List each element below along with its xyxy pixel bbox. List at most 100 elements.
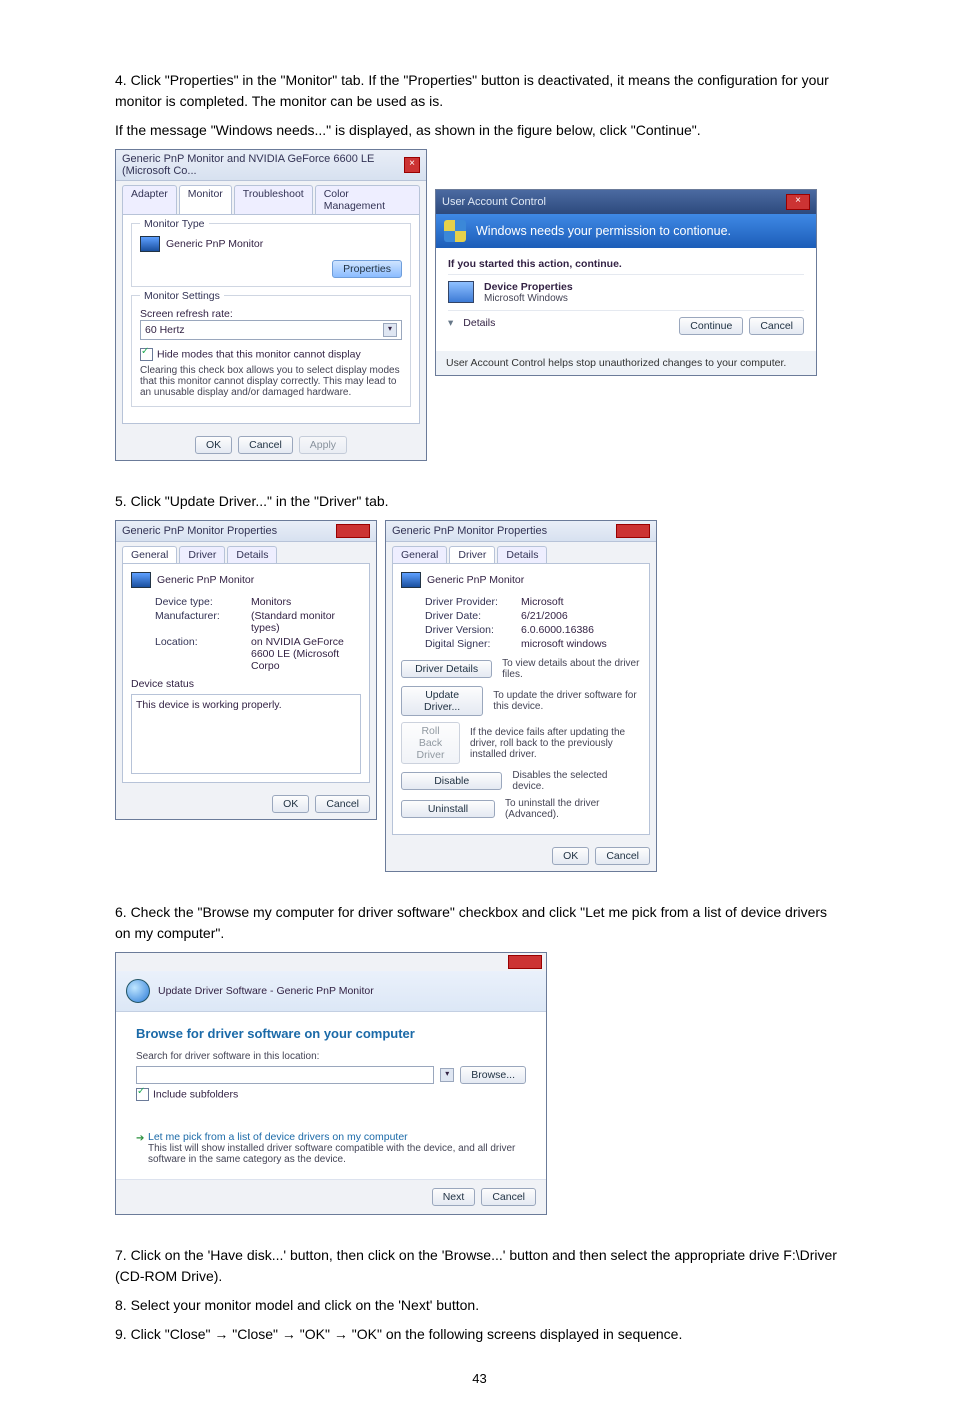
back-icon[interactable] xyxy=(126,979,150,1003)
rollback-driver-desc: If the device fails after updating the d… xyxy=(470,727,641,760)
apply-button[interactable]: Apply xyxy=(299,436,347,454)
rollback-driver-button[interactable]: Roll Back Driver xyxy=(401,722,460,764)
hide-modes-checkbox[interactable] xyxy=(140,348,153,361)
tab-troubleshoot[interactable]: Troubleshoot xyxy=(234,185,313,214)
page-number: 43 xyxy=(115,1371,844,1386)
dialog-title: Generic PnP Monitor Properties xyxy=(392,525,547,537)
include-subfolders-checkbox[interactable] xyxy=(136,1088,149,1101)
tab-adapter[interactable]: Adapter xyxy=(122,185,177,214)
close-icon[interactable]: × xyxy=(404,157,420,173)
hide-modes-label: Hide modes that this monitor cannot disp… xyxy=(157,348,361,360)
tab-monitor[interactable]: Monitor xyxy=(179,185,232,214)
monitor-icon xyxy=(140,236,160,252)
let-me-pick-link[interactable]: Let me pick from a list of device driver… xyxy=(136,1131,526,1143)
tab-details[interactable]: Details xyxy=(227,546,277,563)
shield-icon xyxy=(444,220,466,242)
uac-prog-name: Device Properties xyxy=(484,281,573,293)
monitor-props-dialog: Generic PnP Monitor and NVIDIA GeForce 6… xyxy=(115,149,427,461)
step-8-text: 8. Select your monitor model and click o… xyxy=(115,1295,844,1316)
value-device-type: Monitors xyxy=(251,596,291,608)
uac-publisher: Microsoft Windows xyxy=(484,293,573,304)
monitor-icon xyxy=(131,572,151,588)
hide-modes-note: Clearing this check box allows you to se… xyxy=(140,365,402,398)
uac-details[interactable]: Details xyxy=(463,317,495,329)
tab-driver[interactable]: Driver xyxy=(449,546,495,563)
device-status-box: This device is working properly. xyxy=(131,694,361,774)
tab-general[interactable]: General xyxy=(122,546,177,563)
cancel-button[interactable]: Cancel xyxy=(315,795,370,813)
dialog-title: Generic PnP Monitor and NVIDIA GeForce 6… xyxy=(122,153,404,177)
ok-button[interactable]: OK xyxy=(272,795,309,813)
label-manufacturer: Manufacturer: xyxy=(155,610,243,634)
refresh-rate-value: 60 Hertz xyxy=(145,324,185,336)
tab-color-management[interactable]: Color Management xyxy=(315,185,420,214)
cancel-button[interactable]: Cancel xyxy=(749,317,804,335)
value-driver-date: 6/21/2006 xyxy=(521,610,568,622)
device-status-label: Device status xyxy=(131,678,361,690)
disable-button[interactable]: Disable xyxy=(401,772,502,790)
label-driver-date: Driver Date: xyxy=(425,610,513,622)
uninstall-button[interactable]: Uninstall xyxy=(401,800,495,818)
label-location: Location: xyxy=(155,636,243,672)
step-9-text: 9. Click "Close" → "Close" → "OK" → "OK"… xyxy=(115,1324,844,1345)
close-icon[interactable] xyxy=(616,524,650,538)
refresh-rate-label: Screen refresh rate: xyxy=(140,308,402,320)
chevron-down-icon: ▾ xyxy=(448,317,453,329)
update-driver-button[interactable]: Update Driver... xyxy=(401,686,483,716)
value-manufacturer: (Standard monitor types) xyxy=(251,610,361,634)
tab-general[interactable]: General xyxy=(392,546,447,563)
browse-button[interactable]: Browse... xyxy=(460,1066,526,1084)
label-digital-signer: Digital Signer: xyxy=(425,638,513,650)
cancel-button[interactable]: Cancel xyxy=(481,1188,536,1206)
value-location: on NVIDIA GeForce 6600 LE (Microsoft Cor… xyxy=(251,636,361,672)
step-4-text-a: 4. Click "Properties" in the "Monitor" t… xyxy=(115,70,844,112)
ok-button[interactable]: OK xyxy=(195,436,232,454)
search-label: Search for driver software in this locat… xyxy=(136,1051,526,1062)
properties-button[interactable]: Properties xyxy=(332,260,402,278)
update-driver-desc: To update the driver software for this d… xyxy=(493,690,641,712)
chevron-down-icon[interactable]: ▾ xyxy=(440,1068,454,1082)
continue-button[interactable]: Continue xyxy=(679,317,743,335)
driver-details-desc: To view details about the driver files. xyxy=(502,658,641,680)
label-driver-version: Driver Version: xyxy=(425,624,513,636)
update-driver-wizard: Update Driver Software - Generic PnP Mon… xyxy=(115,952,547,1215)
uac-dialog: User Account Control × Windows needs your… xyxy=(435,189,817,376)
monitor-name: Generic PnP Monitor xyxy=(427,574,524,586)
step-7-text: 7. Click on the 'Have disk...' button, t… xyxy=(115,1245,844,1287)
uac-message: Windows needs your permission to contion… xyxy=(476,224,731,238)
props-driver-dialog: Generic PnP Monitor Properties General D… xyxy=(385,520,657,872)
wizard-title: Update Driver Software - Generic PnP Mon… xyxy=(158,985,374,997)
cancel-button[interactable]: Cancel xyxy=(238,436,293,454)
include-subfolders-label: Include subfolders xyxy=(153,1088,238,1100)
value-driver-version: 6.0.6000.16386 xyxy=(521,624,594,636)
uac-if-started: If you started this action, continue. xyxy=(448,258,804,270)
props-general-dialog: Generic PnP Monitor Properties General D… xyxy=(115,520,377,820)
tab-driver[interactable]: Driver xyxy=(179,546,225,563)
close-icon[interactable]: × xyxy=(786,194,810,210)
tab-details[interactable]: Details xyxy=(497,546,547,563)
uninstall-desc: To uninstall the driver (Advanced). xyxy=(505,798,641,820)
dialog-title: Generic PnP Monitor Properties xyxy=(122,525,277,537)
driver-details-button[interactable]: Driver Details xyxy=(401,660,492,678)
label-driver-provider: Driver Provider: xyxy=(425,596,513,608)
monitor-icon xyxy=(401,572,421,588)
program-icon xyxy=(448,281,474,303)
group-monitor-type: Monitor Type xyxy=(140,218,209,230)
uac-title: User Account Control xyxy=(442,196,546,208)
ok-button[interactable]: OK xyxy=(552,847,589,865)
value-driver-provider: Microsoft xyxy=(521,596,564,608)
close-icon[interactable] xyxy=(508,955,542,969)
chevron-down-icon: ▾ xyxy=(383,323,397,337)
next-button[interactable]: Next xyxy=(432,1188,476,1206)
monitor-name: Generic PnP Monitor xyxy=(157,574,254,586)
cancel-button[interactable]: Cancel xyxy=(595,847,650,865)
disable-desc: Disables the selected device. xyxy=(512,770,641,792)
close-icon[interactable] xyxy=(336,524,370,538)
path-input[interactable] xyxy=(136,1066,434,1084)
step-6-text: 6. Check the "Browse my computer for dri… xyxy=(115,902,844,944)
group-monitor-settings: Monitor Settings xyxy=(140,290,224,302)
refresh-rate-dropdown[interactable]: 60 Hertz ▾ xyxy=(140,320,402,340)
monitor-name: Generic PnP Monitor xyxy=(166,238,263,250)
wizard-heading: Browse for driver software on your compu… xyxy=(136,1026,526,1041)
value-digital-signer: microsoft windows xyxy=(521,638,607,650)
